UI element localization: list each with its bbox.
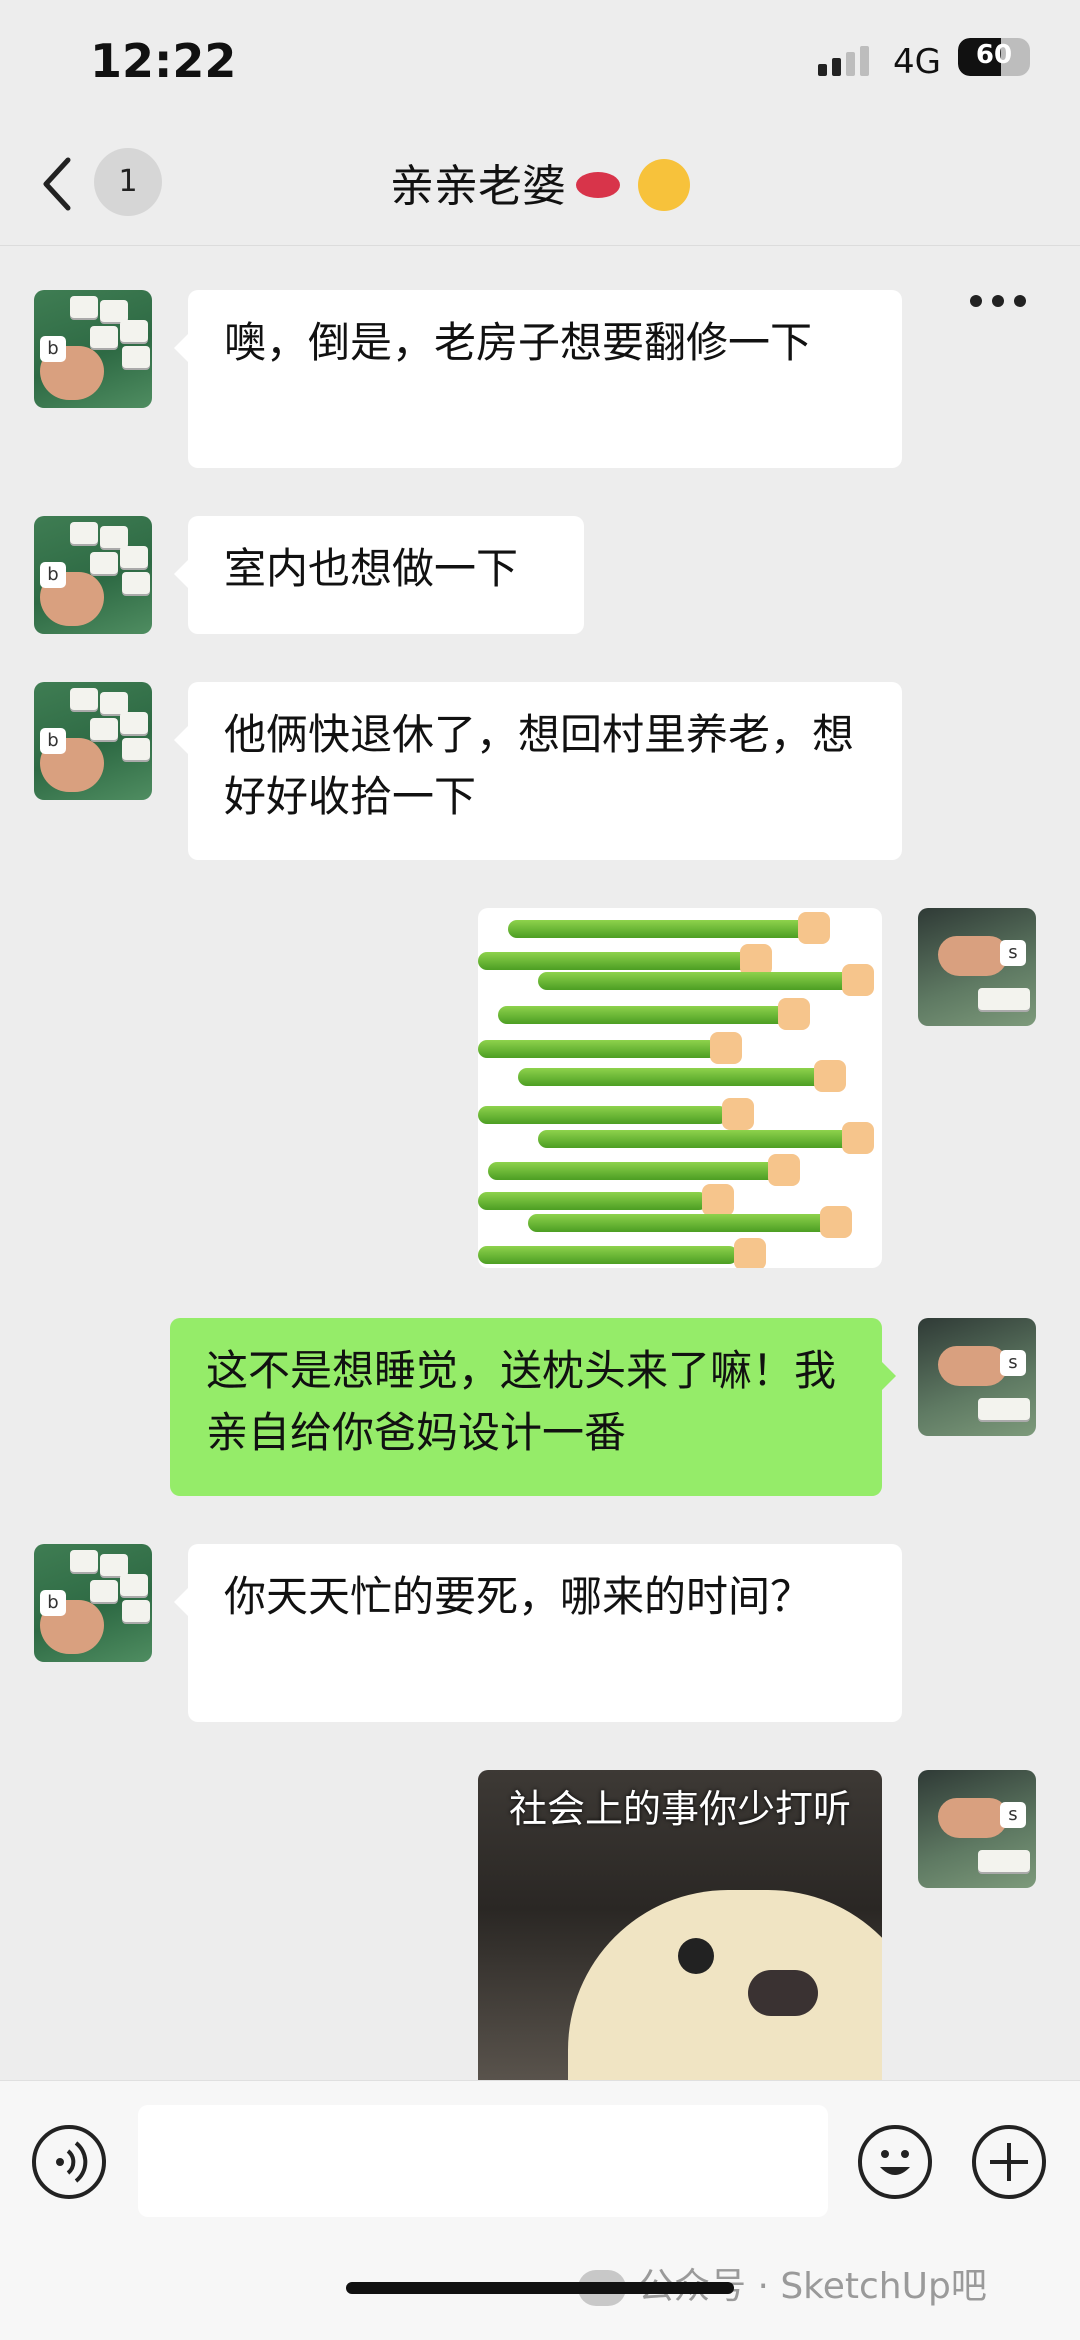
message-text: 噢，倒是，老房子想要翻修一下 [224, 318, 813, 367]
outgoing-message[interactable]: 这不是想睡觉，送枕头来了嘛！我亲自给你爸妈设计一番 [170, 1318, 896, 1496]
contact-avatar[interactable]: b [34, 1544, 152, 1662]
incoming-message[interactable]: 他俩快退休了，想回村里养老，想好好收拾一下 [174, 682, 902, 860]
incoming-message[interactable]: 你天天忙的要死，哪来的时间？ [174, 1544, 902, 1722]
emoji-icon[interactable] [858, 2125, 932, 2199]
message-text: 这不是想睡觉，送枕头来了嘛！我亲自给你爸妈设计一番 [206, 1346, 837, 1457]
contact-avatar[interactable]: b [34, 516, 152, 634]
message-text: 你天天忙的要死，哪来的时间？ [224, 1572, 813, 1621]
contact-avatar[interactable]: b [34, 682, 152, 800]
battery-level: 60 [975, 40, 1013, 70]
chat-title-text: 亲亲老婆 [390, 161, 566, 212]
plus-icon[interactable] [972, 2125, 1046, 2199]
message-text: 他俩快退休了，想回村里养老，想好好收拾一下 [224, 710, 855, 821]
message-input[interactable] [138, 2105, 828, 2217]
chat-title: 亲亲老婆 [0, 150, 1080, 215]
incoming-message[interactable]: 室内也想做一下 [174, 516, 584, 634]
surprised-dog-sticker[interactable]: 社会上的事你少打听 [478, 1770, 882, 2080]
input-bar: 公众号 · SketchUp吧 [0, 2080, 1080, 2340]
kissing-face-icon [638, 159, 690, 211]
more-options-icon[interactable] [970, 294, 1026, 308]
battery-icon: 60 [958, 38, 1030, 76]
status-time: 12:22 [90, 34, 237, 88]
lips-icon [576, 172, 620, 198]
my-avatar[interactable]: s [918, 1770, 1036, 1888]
incoming-message[interactable]: 噢，倒是，老房子想要翻修一下 [174, 290, 902, 468]
my-avatar[interactable]: s [918, 908, 1036, 1026]
status-bar: 12:22 4G 60 [0, 0, 1080, 120]
message-text: 室内也想做一下 [224, 544, 519, 593]
my-avatar[interactable]: s [918, 1318, 1036, 1436]
voice-icon[interactable] [32, 2125, 106, 2199]
sticker-caption: 社会上的事你少打听 [508, 1787, 851, 1831]
signal-icon [818, 44, 874, 76]
thumbs-up-sticker[interactable] [478, 908, 882, 1268]
home-indicator[interactable] [346, 2282, 734, 2294]
contact-avatar[interactable]: b [34, 290, 152, 408]
network-type: 4G [893, 42, 941, 82]
